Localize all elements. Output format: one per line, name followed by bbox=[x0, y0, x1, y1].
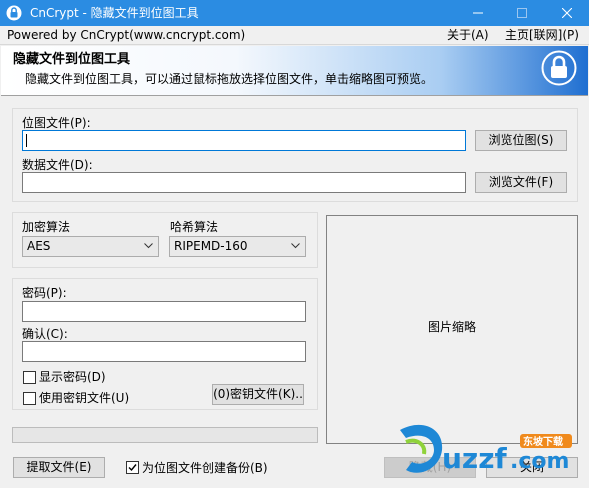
create-backup-checkbox[interactable] bbox=[126, 461, 139, 474]
encryption-algorithm-value: AES bbox=[27, 239, 51, 253]
data-file-label: 数据文件(D): bbox=[22, 158, 93, 172]
banner-description: 隐藏文件到位图工具，可以通过鼠标拖放选择位图文件，单击缩略图可预览。 bbox=[25, 72, 434, 86]
hash-algorithm-select[interactable]: RIPEMD-160 bbox=[169, 236, 306, 257]
show-password-label[interactable]: 显示密码(D) bbox=[39, 370, 106, 385]
lock-icon bbox=[541, 50, 577, 86]
encryption-algorithm-label: 加密算法 bbox=[22, 220, 71, 234]
show-password-checkbox[interactable] bbox=[23, 371, 36, 384]
hash-algorithm-value: RIPEMD-160 bbox=[174, 239, 248, 253]
extract-file-button[interactable]: 提取文件(E) bbox=[13, 457, 105, 478]
svg-text:uzzf: uzzf bbox=[442, 442, 508, 475]
use-keyfile-label[interactable]: 使用密钥文件(U) bbox=[39, 391, 129, 406]
use-keyfile-checkbox[interactable] bbox=[23, 392, 36, 405]
minimize-icon bbox=[473, 12, 483, 14]
image-preview[interactable]: 图片缩略 bbox=[326, 215, 578, 444]
minimize-button[interactable] bbox=[456, 0, 500, 26]
menu-about[interactable]: 关于(A) bbox=[447, 28, 489, 43]
maximize-icon bbox=[517, 8, 527, 18]
password-input[interactable] bbox=[22, 301, 306, 322]
header-banner: 隐藏文件到位图工具 隐藏文件到位图工具，可以通过鼠标拖放选择位图文件，单击缩略图… bbox=[1, 46, 588, 96]
menu-homepage[interactable]: 主页[联网](P) bbox=[505, 28, 579, 43]
bitmap-file-label: 位图文件(P): bbox=[22, 116, 91, 130]
svg-text:东坡下载: 东坡下载 bbox=[523, 435, 563, 448]
browse-file-button[interactable]: 浏览文件(F) bbox=[475, 172, 567, 193]
window-title: CnCrypt - 隐藏文件到位图工具 bbox=[30, 6, 199, 20]
chevron-down-icon bbox=[144, 243, 153, 249]
checkmark-icon bbox=[128, 464, 137, 472]
bitmap-file-input[interactable] bbox=[22, 130, 466, 151]
menu-bar: Powered by CnCrypt(www.cncrypt.com) 关于(A… bbox=[0, 26, 589, 45]
maximize-button[interactable] bbox=[500, 0, 544, 26]
close-icon bbox=[562, 8, 572, 18]
svg-text:.com: .com bbox=[510, 449, 569, 474]
uzzf-watermark-logo: uzzf .com 东坡下载 bbox=[400, 424, 572, 475]
chevron-down-icon bbox=[291, 243, 300, 249]
password-label: 密码(P): bbox=[22, 286, 67, 300]
confirm-password-label: 确认(C): bbox=[22, 327, 68, 341]
confirm-password-input[interactable] bbox=[22, 341, 306, 362]
encryption-algorithm-select[interactable]: AES bbox=[22, 236, 159, 257]
title-bar[interactable]: CnCrypt - 隐藏文件到位图工具 bbox=[0, 0, 589, 26]
browse-bitmap-button[interactable]: 浏览位图(S) bbox=[475, 130, 567, 151]
progress-bar bbox=[12, 427, 318, 443]
banner-title: 隐藏文件到位图工具 bbox=[13, 52, 131, 67]
keyfile-button[interactable]: (0)密钥文件(K).. bbox=[212, 384, 304, 405]
close-window-button[interactable] bbox=[545, 0, 589, 26]
powered-by-text: Powered by CnCrypt(www.cncrypt.com) bbox=[7, 28, 246, 42]
lock-icon bbox=[6, 5, 22, 21]
text-caret bbox=[26, 134, 27, 147]
preview-placeholder: 图片缩略 bbox=[427, 320, 476, 334]
create-backup-label[interactable]: 为位图文件创建备份(B) bbox=[142, 461, 268, 476]
hash-algorithm-label: 哈希算法 bbox=[170, 220, 219, 234]
data-file-input[interactable] bbox=[22, 172, 466, 193]
